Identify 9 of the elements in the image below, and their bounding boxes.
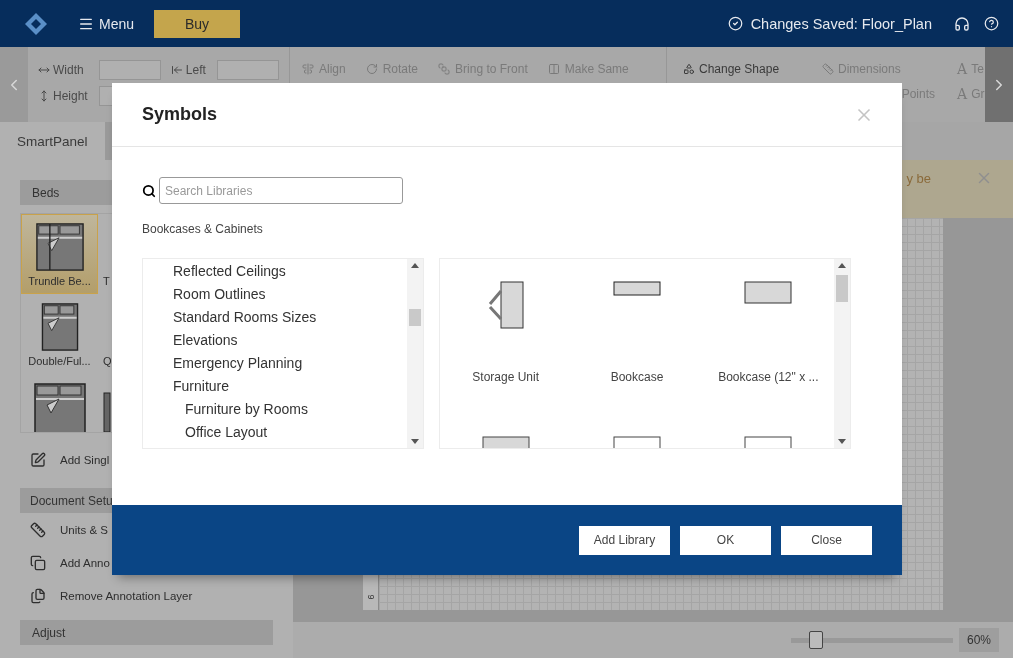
dialog-title: Symbols <box>142 104 218 125</box>
save-status: Changes Saved: Floor_Plan <box>750 15 932 32</box>
notification-text: y be <box>906 171 931 186</box>
ruler-label: 9 <box>365 594 376 600</box>
library-name: Bookcases & Cabinets <box>142 222 264 236</box>
field-label: Width <box>38 63 84 77</box>
zoom-reading: 60% <box>958 628 999 652</box>
field-label: Height <box>38 89 88 103</box>
field-label: Left <box>170 63 206 77</box>
